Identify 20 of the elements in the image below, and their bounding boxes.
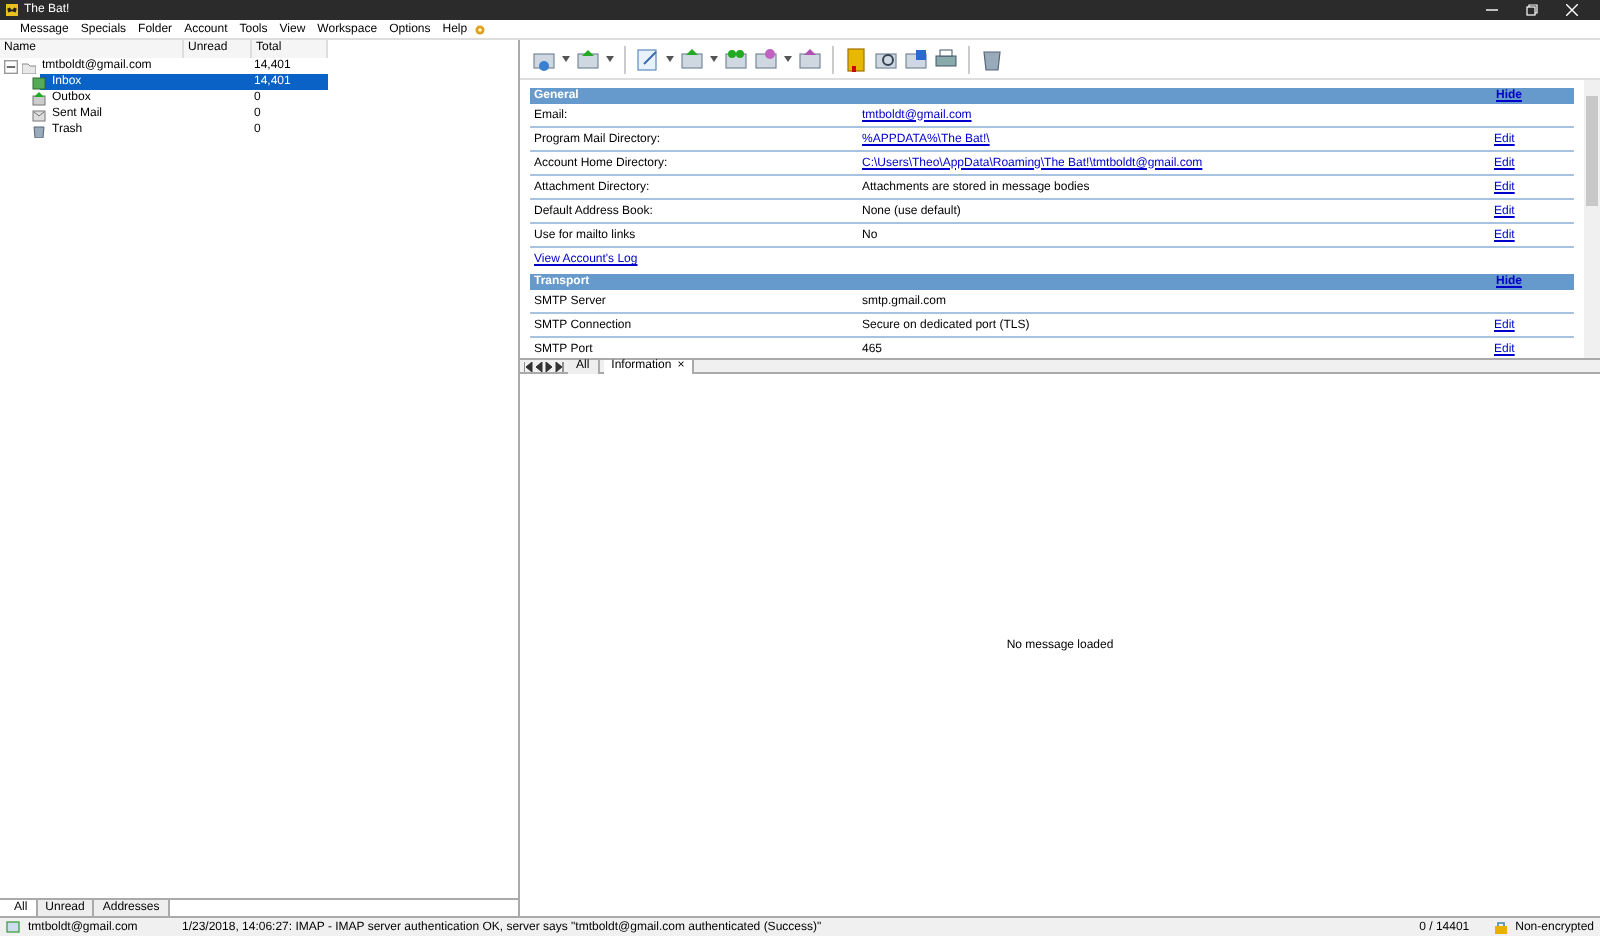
dropdown-arrow-icon[interactable] (710, 56, 718, 62)
minimize-icon[interactable] (1486, 4, 1498, 16)
trash-icon (32, 123, 46, 137)
dropdown-arrow-icon[interactable] (784, 56, 792, 62)
scroll-thumb[interactable] (1586, 96, 1598, 206)
dropdown-arrow-icon[interactable] (666, 56, 674, 62)
dropdown-arrow-icon[interactable] (562, 56, 570, 62)
scrollbar[interactable] (1584, 80, 1600, 358)
collapse-icon[interactable] (4, 59, 18, 73)
account-icon (6, 920, 20, 934)
lock-icon (1493, 920, 1508, 934)
sent-folder-icon (32, 107, 46, 121)
dropdown-arrow-icon[interactable] (606, 56, 614, 62)
restore-icon[interactable] (1526, 4, 1538, 16)
tab-navigation-icon[interactable] (524, 361, 564, 371)
close-icon[interactable] (1566, 4, 1578, 16)
inbox-icon (32, 75, 46, 89)
trash-icon[interactable] (980, 47, 1004, 71)
print-icon[interactable] (934, 47, 958, 71)
outbox-icon (32, 91, 46, 105)
